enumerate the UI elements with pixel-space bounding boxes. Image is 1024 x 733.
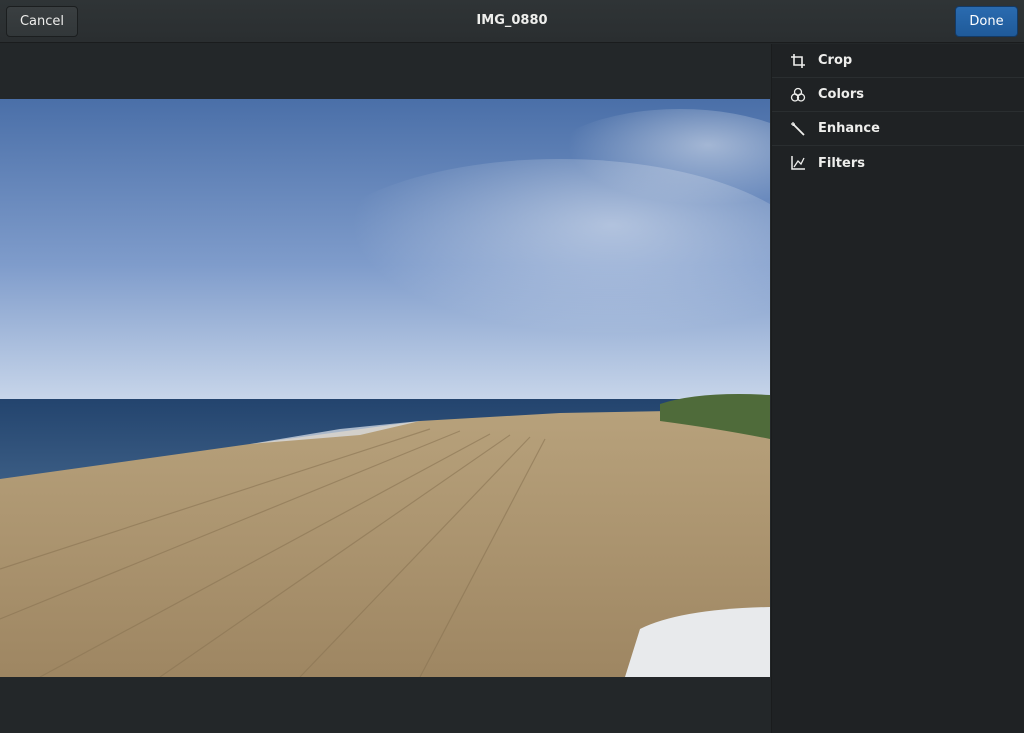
tool-label: Filters xyxy=(818,155,865,171)
image-title: IMG_0880 xyxy=(476,13,548,28)
photo-preview[interactable] xyxy=(0,99,770,677)
image-canvas xyxy=(0,44,771,733)
tool-filters[interactable]: Filters xyxy=(772,146,1024,180)
colors-icon xyxy=(790,87,806,103)
filters-icon xyxy=(790,155,806,171)
tool-crop[interactable]: Crop xyxy=(772,44,1024,78)
tool-label: Colors xyxy=(818,87,865,102)
cancel-button[interactable]: Cancel xyxy=(6,6,78,37)
beach-photo-image xyxy=(0,99,770,677)
tools-sidebar: Crop Colors Enhance Filters xyxy=(771,44,1024,733)
tool-label: Enhance xyxy=(818,121,880,136)
tool-colors[interactable]: Colors xyxy=(772,78,1024,112)
tool-enhance[interactable]: Enhance xyxy=(772,112,1024,146)
crop-icon xyxy=(790,53,806,69)
tool-label: Crop xyxy=(818,53,853,68)
enhance-icon xyxy=(790,121,806,137)
header-bar: Cancel IMG_0880 Done xyxy=(0,0,1024,43)
done-button[interactable]: Done xyxy=(955,6,1018,37)
